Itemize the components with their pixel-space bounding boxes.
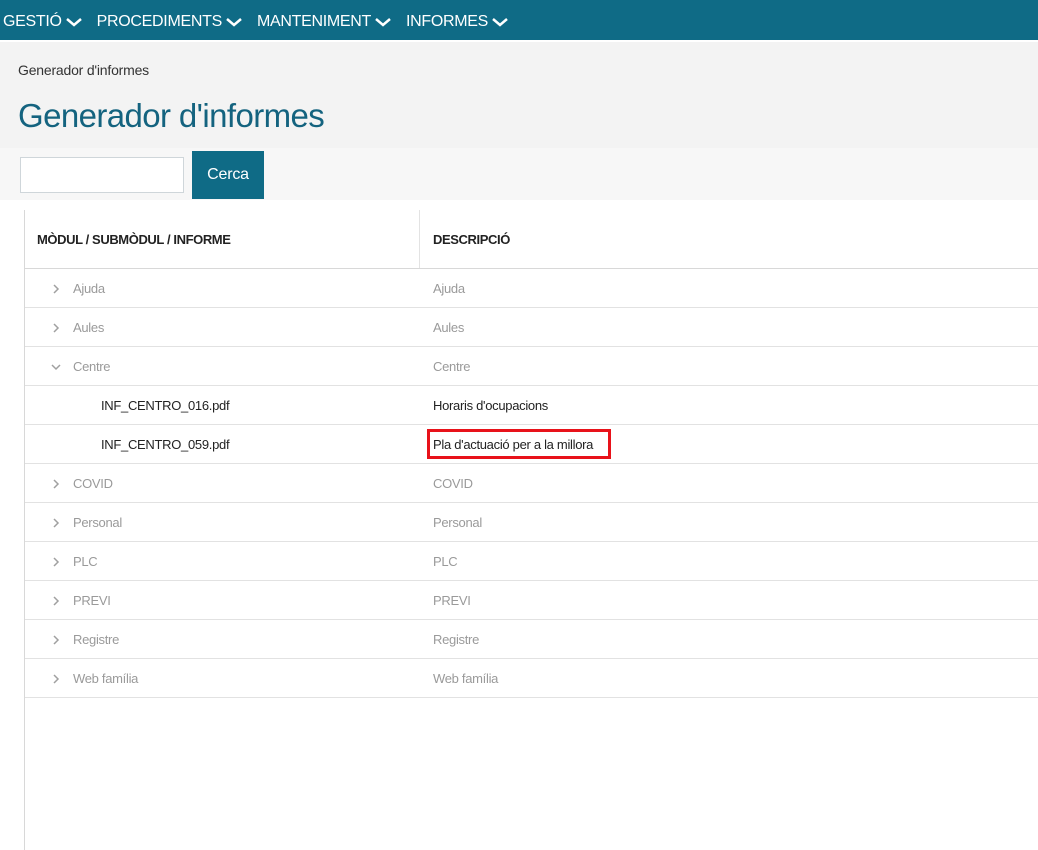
row-description: Horaris d'ocupacions bbox=[433, 398, 548, 413]
row-module-cell: Registre bbox=[49, 632, 119, 647]
chevron-right-icon[interactable] bbox=[49, 517, 63, 528]
row-module-label: Web família bbox=[73, 671, 139, 686]
menu-informes-label: INFORMES bbox=[406, 13, 489, 30]
search-input[interactable] bbox=[20, 157, 184, 193]
menu-manteniment-label: MANTENIMENT bbox=[256, 13, 371, 30]
search-button[interactable]: Cerca bbox=[192, 151, 264, 199]
module-row[interactable]: Ajuda Ajuda bbox=[25, 269, 1038, 308]
row-module-label: Registre bbox=[73, 632, 120, 647]
row-module-cell: COVID bbox=[49, 476, 113, 491]
row-module-cell: Centre bbox=[49, 359, 111, 374]
table-body: Ajuda Ajuda Aules Aules Centre Centre INF_CENT… bbox=[25, 269, 1038, 698]
chevron-down-icon bbox=[225, 16, 243, 28]
top-navigation-bar: GESTIÓ PROCEDIMENTS MANTENIMENT INFORMES bbox=[0, 0, 1038, 40]
report-row[interactable]: INF_CENTRO_059.pdf Pla d'actuació per a l… bbox=[25, 425, 1038, 464]
highlight-box bbox=[427, 429, 611, 459]
page-title: Generador d'informes bbox=[18, 97, 325, 134]
row-module-label: Centre bbox=[73, 359, 111, 374]
menu-procediments[interactable]: PROCEDIMENTS bbox=[97, 13, 243, 31]
module-row[interactable]: PLC PLC bbox=[25, 542, 1038, 581]
menu-procediments-label: PROCEDIMENTS bbox=[96, 13, 223, 30]
row-module-cell: PREVI bbox=[49, 593, 111, 608]
row-description: Centre bbox=[433, 359, 471, 374]
chevron-right-icon[interactable] bbox=[49, 595, 63, 606]
module-row[interactable]: PREVI PREVI bbox=[25, 581, 1038, 620]
module-row[interactable]: Centre Centre bbox=[25, 347, 1038, 386]
chevron-right-icon[interactable] bbox=[49, 283, 63, 294]
row-module-label: Personal bbox=[73, 515, 122, 530]
row-module-label: COVID bbox=[73, 476, 113, 491]
chevron-right-icon[interactable] bbox=[49, 556, 63, 567]
chevron-down-icon bbox=[65, 16, 83, 28]
row-description: PLC bbox=[433, 554, 458, 569]
chevron-down-icon bbox=[491, 16, 509, 28]
row-module-label[interactable]: INF_CENTRO_059.pdf bbox=[101, 437, 230, 452]
module-row[interactable]: Web família Web família bbox=[25, 659, 1038, 698]
column-header-description: DESCRIPCIÓ bbox=[433, 232, 510, 247]
chevron-right-icon[interactable] bbox=[49, 322, 63, 333]
chevron-right-icon[interactable] bbox=[49, 634, 63, 645]
row-description: COVID bbox=[433, 476, 473, 491]
module-row[interactable]: Registre Registre bbox=[25, 620, 1038, 659]
row-description: Web família bbox=[433, 671, 499, 686]
chevron-down-icon bbox=[374, 16, 392, 28]
row-module-cell: INF_CENTRO_059.pdf bbox=[101, 437, 230, 452]
row-module-cell: Aules bbox=[49, 320, 104, 335]
row-module-label: Ajuda bbox=[73, 281, 105, 296]
column-divider bbox=[419, 210, 420, 268]
row-description: Personal bbox=[433, 515, 482, 530]
row-module-label[interactable]: INF_CENTRO_016.pdf bbox=[101, 398, 230, 413]
row-description: Aules bbox=[433, 320, 465, 335]
report-row[interactable]: INF_CENTRO_016.pdf Horaris d'ocupacions bbox=[25, 386, 1038, 425]
row-module-cell: INF_CENTRO_016.pdf bbox=[101, 398, 230, 413]
module-row[interactable]: Aules Aules bbox=[25, 308, 1038, 347]
row-module-cell: PLC bbox=[49, 554, 98, 569]
column-header-module: MÒDUL / SUBMÒDUL / INFORME bbox=[37, 232, 231, 247]
table-header: MÒDUL / SUBMÒDUL / INFORME DESCRIPCIÓ bbox=[25, 210, 1038, 269]
breadcrumb: Generador d'informes bbox=[18, 62, 149, 78]
row-module-label: PREVI bbox=[73, 593, 111, 608]
menu-gestio[interactable]: GESTIÓ bbox=[3, 13, 83, 31]
menu-gestio-label: GESTIÓ bbox=[3, 13, 62, 30]
row-description: PREVI bbox=[433, 593, 471, 608]
menu-manteniment[interactable]: MANTENIMENT bbox=[257, 13, 392, 31]
row-module-label: Aules bbox=[73, 320, 105, 335]
chevron-right-icon[interactable] bbox=[49, 478, 63, 489]
row-module-label: PLC bbox=[73, 554, 98, 569]
main-menu: GESTIÓ PROCEDIMENTS MANTENIMENT INFORMES bbox=[0, 12, 523, 32]
row-module-cell: Ajuda bbox=[49, 281, 105, 296]
row-module-cell: Web família bbox=[49, 671, 138, 686]
report-table: MÒDUL / SUBMÒDUL / INFORME DESCRIPCIÓ Aj… bbox=[24, 210, 1038, 850]
module-row[interactable]: COVID COVID bbox=[25, 464, 1038, 503]
chevron-right-icon[interactable] bbox=[49, 673, 63, 684]
row-description: Registre bbox=[433, 632, 480, 647]
menu-informes[interactable]: INFORMES bbox=[406, 13, 509, 31]
row-description: Ajuda bbox=[433, 281, 465, 296]
row-module-cell: Personal bbox=[49, 515, 122, 530]
module-row[interactable]: Personal Personal bbox=[25, 503, 1038, 542]
chevron-down-icon[interactable] bbox=[49, 363, 63, 371]
